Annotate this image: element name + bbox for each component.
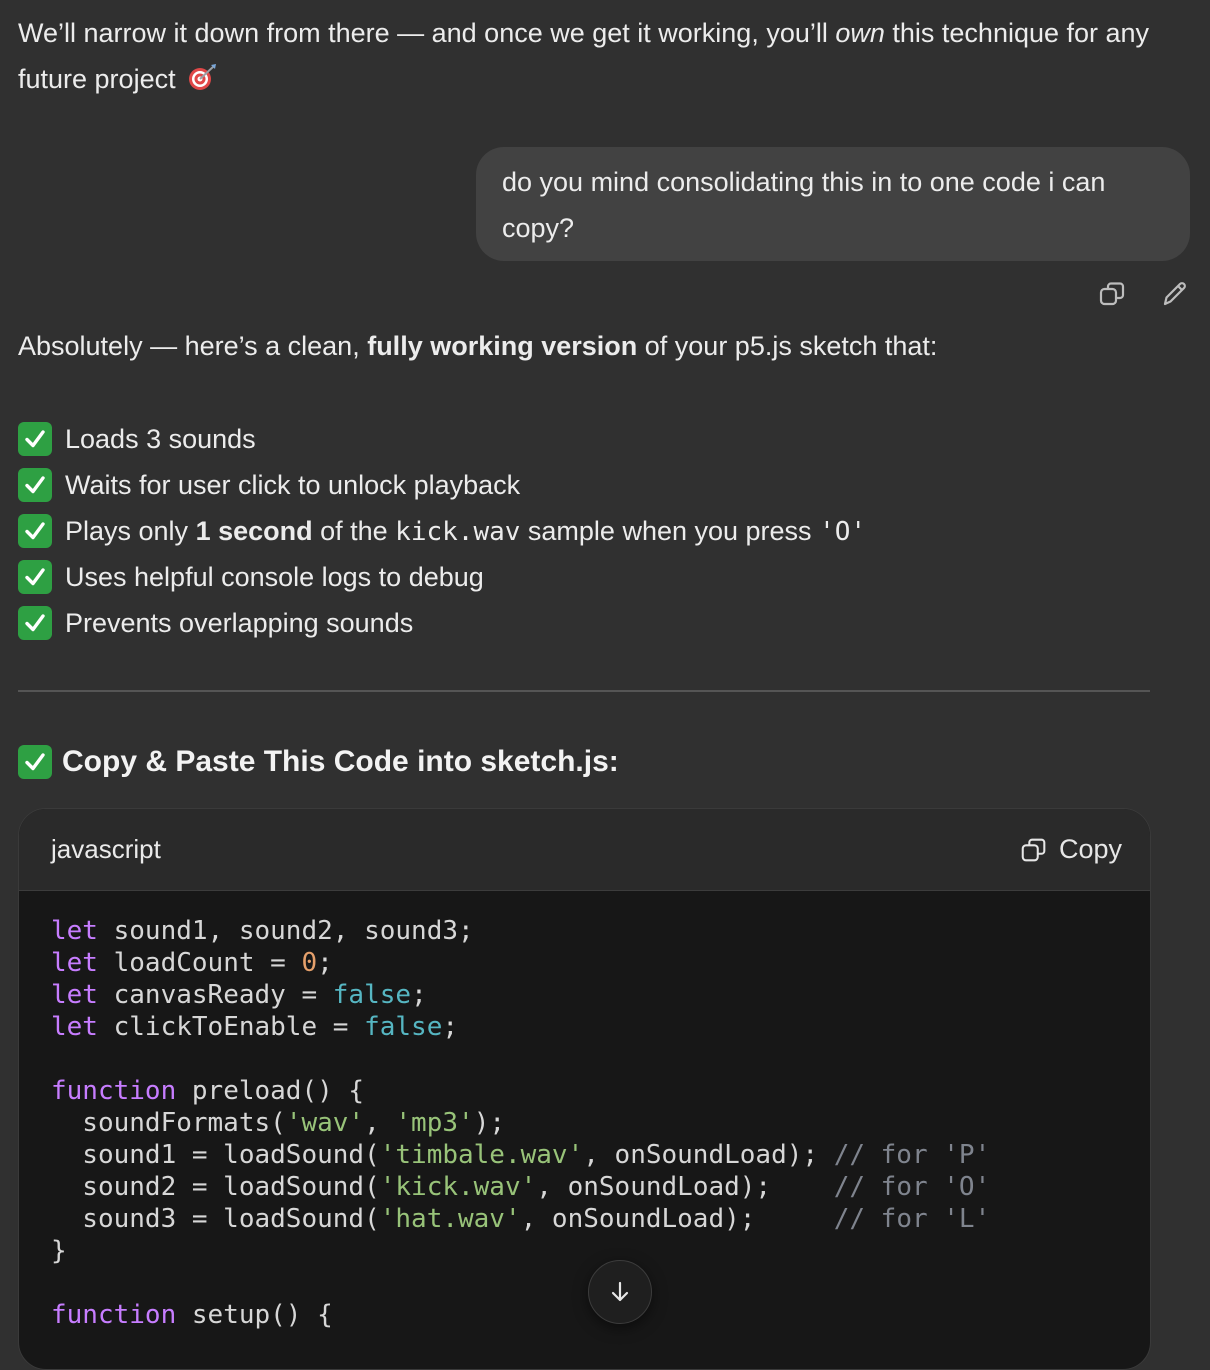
section-heading-text: Copy & Paste This Code into sketch.js: bbox=[62, 745, 619, 778]
list-item: Waits for user click to unlock playback bbox=[18, 462, 866, 508]
check-mark-icon bbox=[18, 514, 52, 548]
answer-text: Absolutely — here’s a clean, bbox=[18, 331, 368, 361]
code-line: let canvasReady = false; bbox=[51, 980, 427, 1010]
code-language-label: javascript bbox=[51, 834, 161, 864]
list-item-text: Prevents overlapping sounds bbox=[65, 607, 414, 638]
code-line: sound3 = loadSound('hat.wav', onSoundLoa… bbox=[51, 1204, 991, 1234]
dart-target-icon bbox=[187, 61, 217, 91]
code-line: function preload() { bbox=[51, 1076, 365, 1106]
intro-emphasis: own bbox=[835, 18, 885, 48]
code-line: let clickToEnable = false; bbox=[51, 1012, 459, 1042]
code-line: } bbox=[51, 1236, 67, 1266]
code-line: let sound1, sound2, sound3; bbox=[51, 916, 474, 946]
list-item: Loads 3 sounds bbox=[18, 416, 866, 462]
assistant-intro-paragraph: We’ll narrow it down from there — and on… bbox=[18, 10, 1188, 102]
user-message-bubble: do you mind consolidating this in to one… bbox=[476, 147, 1190, 261]
code-line: sound2 = loadSound('kick.wav', onSoundLo… bbox=[51, 1172, 991, 1202]
pencil-icon bbox=[1163, 282, 1186, 306]
list-item-text: Uses helpful console logs to debug bbox=[65, 561, 484, 592]
inline-code: kick.wav bbox=[395, 516, 521, 547]
code-block-header: javascript Copy bbox=[19, 809, 1150, 891]
list-item: Uses helpful console logs to debug bbox=[18, 554, 866, 600]
copy-icon bbox=[1099, 282, 1125, 306]
list-item: Prevents overlapping sounds bbox=[18, 600, 866, 646]
check-mark-icon bbox=[18, 560, 52, 594]
copy-code-label: Copy bbox=[1058, 834, 1122, 864]
assistant-answer-paragraph: Absolutely — here’s a clean, fully worki… bbox=[18, 323, 1188, 369]
copy-code-button[interactable]: Copy bbox=[1019, 834, 1122, 865]
intro-text: We’ll narrow it down from there — and on… bbox=[18, 18, 836, 48]
list-item-bold: 1 second bbox=[195, 515, 313, 546]
list-item-text: Plays only 1 second of the kick.wav samp… bbox=[65, 516, 866, 547]
list-item-text-mid: of the bbox=[312, 515, 396, 546]
divider bbox=[18, 690, 1150, 692]
code-block: javascript Copy let sound1, sound2, soun… bbox=[18, 808, 1151, 1370]
list-item-text: Waits for user click to unlock playback bbox=[65, 469, 521, 500]
feature-checklist: Loads 3 sounds Waits for user click to u… bbox=[18, 416, 866, 646]
arrow-down-icon bbox=[611, 1281, 629, 1302]
list-item: Plays only 1 second of the kick.wav samp… bbox=[18, 508, 866, 554]
check-mark-icon bbox=[18, 468, 52, 502]
answer-bold: fully working version bbox=[367, 331, 638, 361]
code-content: let sound1, sound2, sound3; let loadCount… bbox=[19, 891, 1150, 1355]
list-item-text-post: sample when you press bbox=[520, 515, 820, 546]
code-line: function setup() { bbox=[51, 1300, 333, 1330]
list-item-text-pre: Plays only bbox=[65, 515, 196, 546]
copy-message-button[interactable] bbox=[1096, 278, 1128, 310]
code-line: soundFormats('wav', 'mp3'); bbox=[51, 1108, 505, 1138]
section-heading: Copy & Paste This Code into sketch.js: bbox=[18, 745, 619, 779]
scroll-to-bottom-button[interactable] bbox=[588, 1260, 652, 1324]
inline-code-key: 'O' bbox=[819, 516, 867, 547]
edit-message-button[interactable] bbox=[1159, 278, 1191, 310]
check-mark-icon bbox=[18, 422, 52, 456]
code-line: sound1 = loadSound('timbale.wav', onSoun… bbox=[51, 1140, 991, 1170]
answer-text-end: of your p5.js sketch that: bbox=[637, 331, 938, 361]
list-item-text: Loads 3 sounds bbox=[65, 423, 256, 454]
check-mark-icon bbox=[18, 606, 52, 640]
copy-icon bbox=[1021, 838, 1046, 861]
code-line: let loadCount = 0; bbox=[51, 948, 333, 978]
check-mark-icon bbox=[18, 745, 52, 779]
